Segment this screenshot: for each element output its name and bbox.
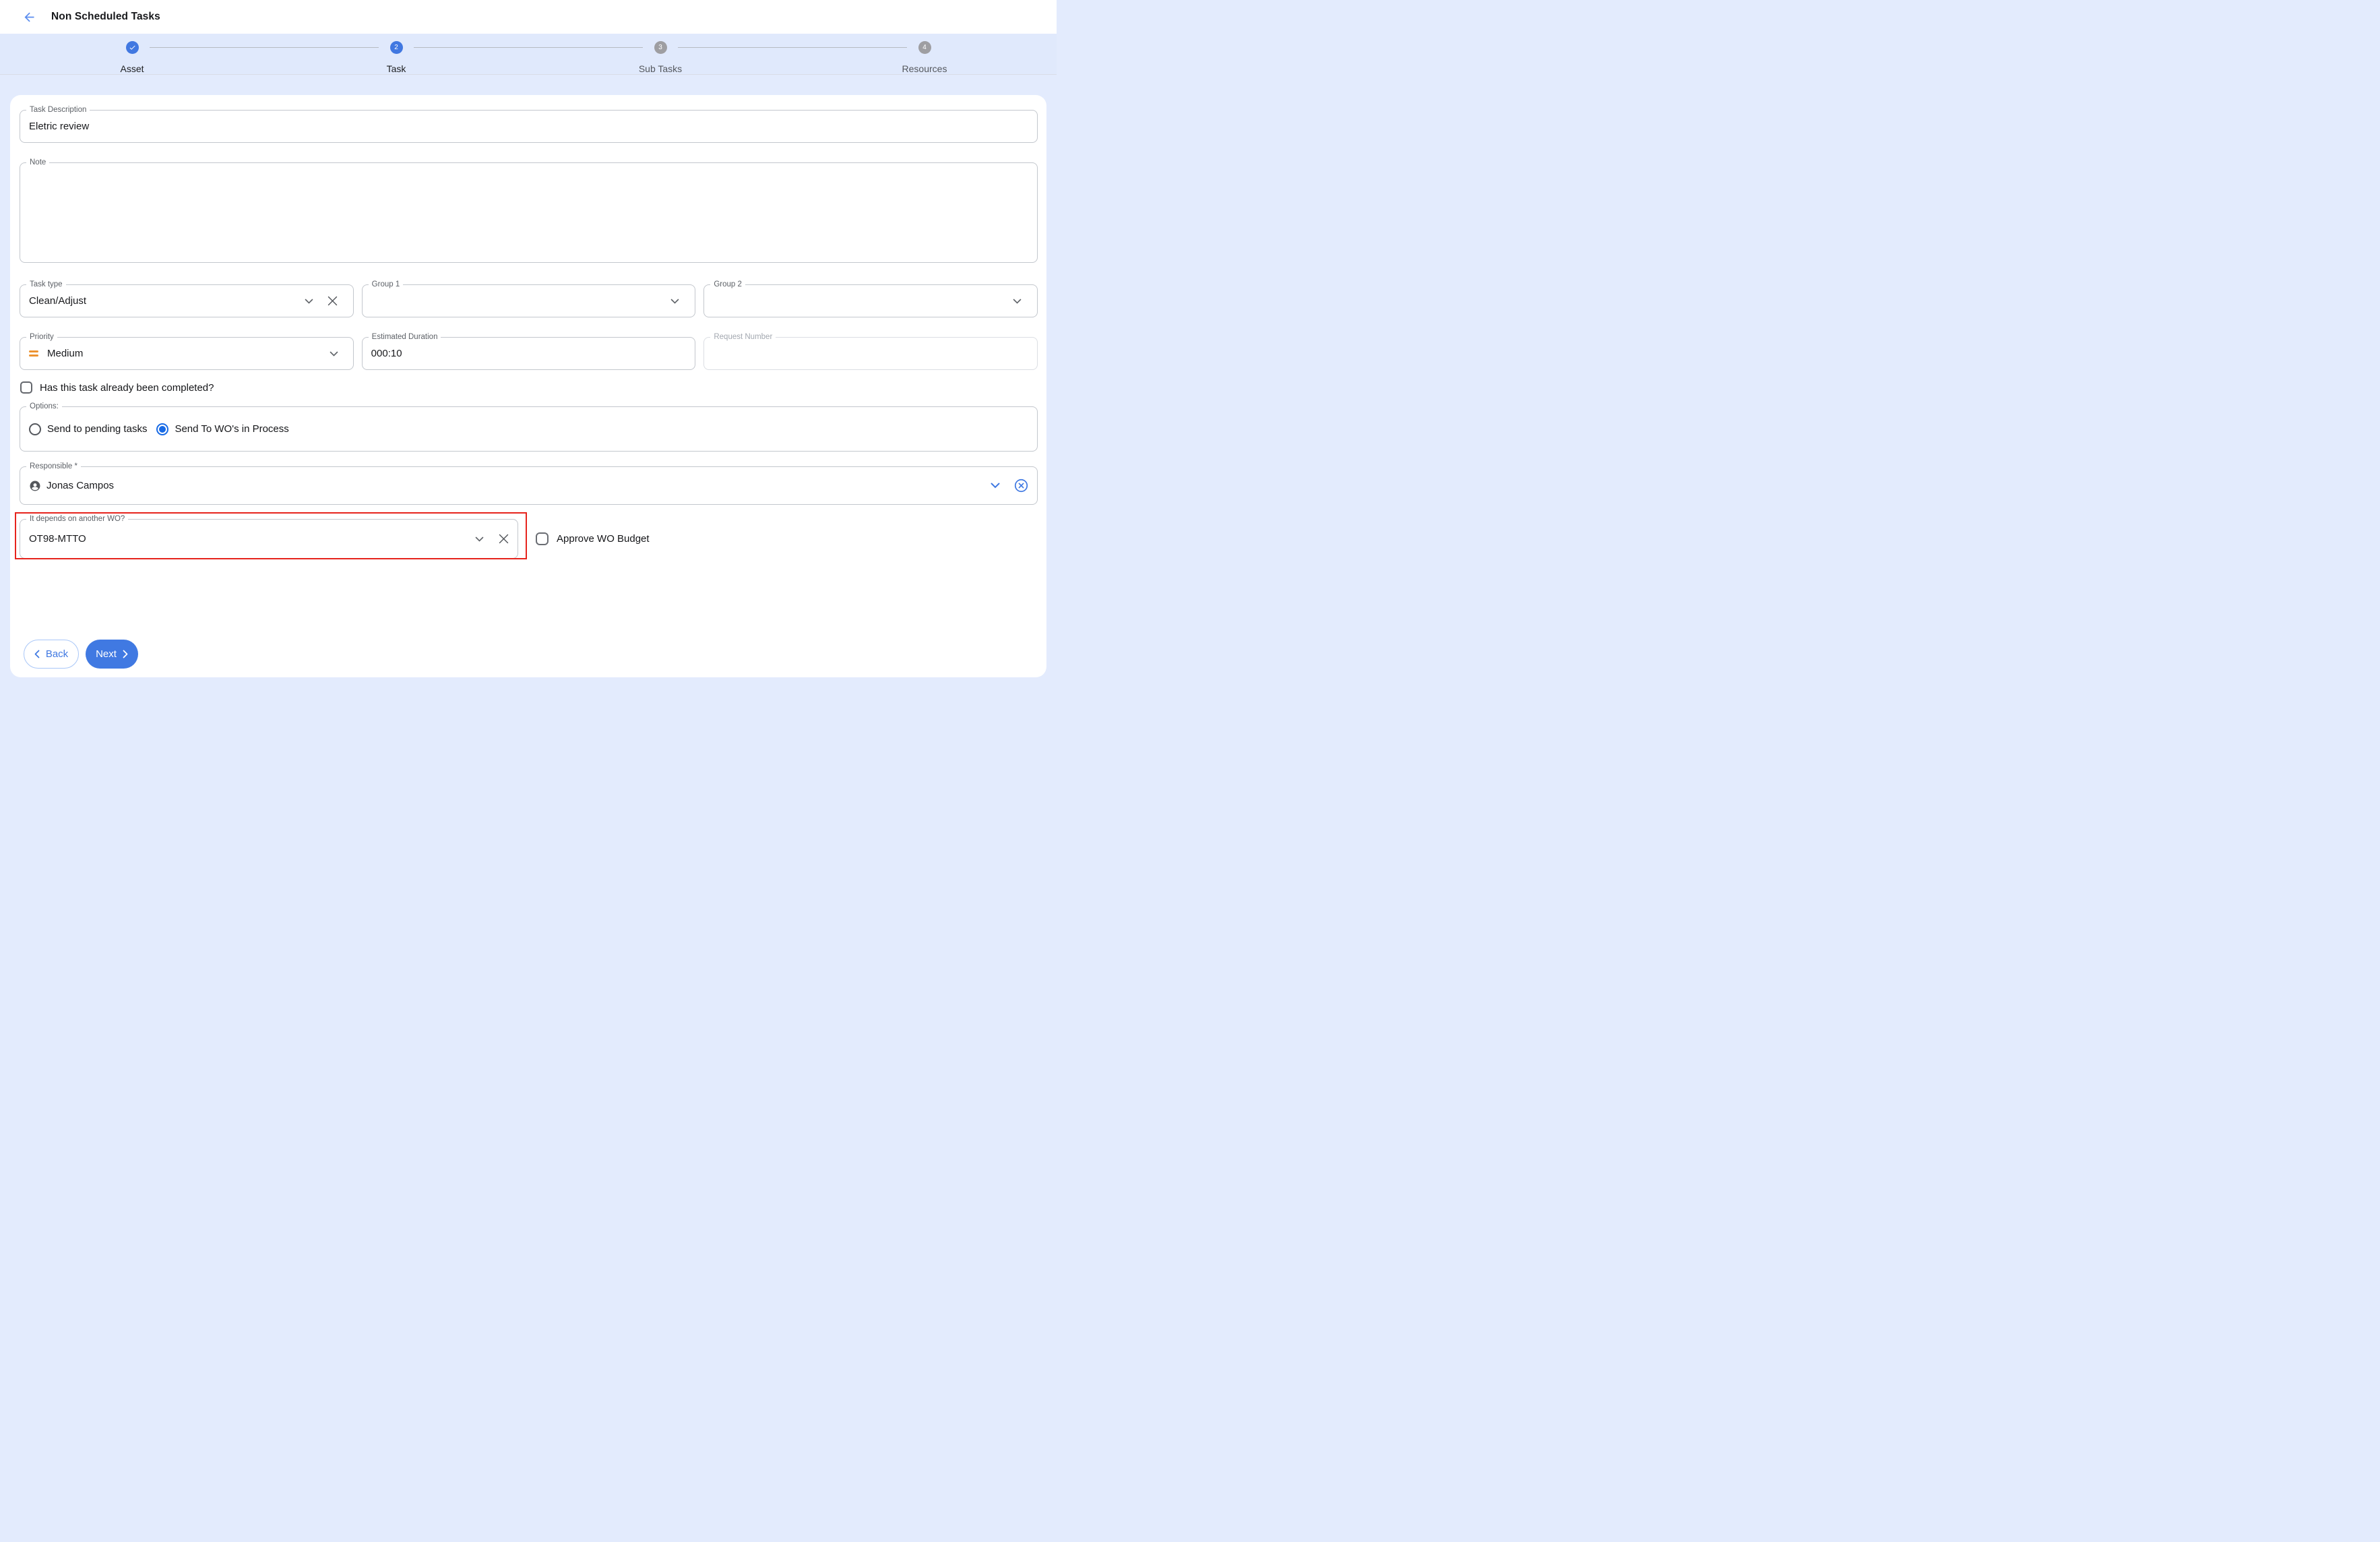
field-label: It depends on another WO?	[26, 514, 128, 524]
back-button-label: Back	[46, 648, 68, 660]
clear-icon[interactable]	[327, 296, 338, 306]
completed-checkbox[interactable]	[20, 381, 32, 394]
person-icon	[29, 480, 41, 492]
group2-select[interactable]: Group 2	[703, 284, 1038, 317]
step-number-badge: 2	[390, 41, 403, 54]
check-icon	[126, 41, 139, 54]
task-description-value: Eletric review	[29, 121, 89, 132]
stepper: Asset 2 Task 3 Sub Tasks 4 Resources	[0, 34, 1057, 75]
stepper-step-subtasks[interactable]: 3 Sub Tasks	[528, 34, 792, 74]
responsible-value: Jonas Campos	[46, 480, 991, 491]
priority-value: Medium	[47, 348, 330, 359]
chevron-down-icon[interactable]	[330, 351, 338, 357]
depends-wo-select[interactable]: It depends on another WO? OT98-MTTO	[20, 519, 518, 559]
clear-icon[interactable]	[499, 534, 509, 544]
priority-select[interactable]: Priority Medium	[20, 337, 354, 370]
step-label: Resources	[902, 63, 947, 74]
request-number-field: Request Number	[703, 337, 1038, 370]
field-label: Priority	[26, 332, 57, 342]
radio-label: Send to pending tasks	[47, 423, 147, 435]
radio-icon[interactable]	[29, 423, 41, 435]
chevron-down-icon[interactable]	[991, 483, 1000, 489]
radio-label: Send To WO's in Process	[175, 423, 288, 435]
estimated-duration-value: 000:10	[371, 348, 687, 359]
priority-medium-icon	[29, 350, 38, 357]
page-title: Non Scheduled Tasks	[51, 11, 160, 23]
clear-circle-icon[interactable]	[1014, 479, 1028, 493]
chevron-down-icon[interactable]	[475, 536, 484, 542]
depends-wo-value: OT98-MTTO	[29, 533, 475, 545]
completed-checkbox-label: Has this task already been completed?	[40, 382, 214, 394]
field-label: Group 2	[710, 280, 745, 290]
stepper-step-asset[interactable]: Asset	[0, 34, 264, 74]
task-type-select[interactable]: Task type Clean/Adjust	[20, 284, 354, 317]
chevron-down-icon[interactable]	[305, 299, 313, 304]
task-type-value: Clean/Adjust	[29, 295, 305, 307]
group1-select[interactable]: Group 1	[362, 284, 696, 317]
chevron-down-icon[interactable]	[670, 299, 679, 304]
field-label: Task type	[26, 280, 66, 290]
field-label: Estimated Duration	[369, 332, 441, 342]
field-label: Group 1	[369, 280, 404, 290]
stepper-step-resources[interactable]: 4 Resources	[792, 34, 1057, 74]
field-label: Request Number	[710, 332, 776, 342]
note-field[interactable]: Note	[20, 162, 1038, 263]
depends-row: It depends on another WO? OT98-MTTO Appr…	[20, 519, 1038, 559]
chevron-left-icon	[34, 650, 40, 658]
back-button[interactable]: Back	[24, 640, 79, 669]
field-label: Task Description	[26, 105, 90, 115]
chevron-down-icon[interactable]	[1013, 299, 1022, 304]
responsible-select[interactable]: Responsible * Jonas Campos	[20, 466, 1038, 505]
step-label: Sub Tasks	[639, 63, 682, 74]
approve-budget-checkbox[interactable]	[536, 532, 549, 545]
approve-budget-row[interactable]: Approve WO Budget	[536, 532, 650, 545]
field-label: Note	[26, 158, 49, 168]
options-group: Options: Send to pending tasks Send To W…	[20, 406, 1038, 452]
radio-send-pending[interactable]: Send to pending tasks	[29, 423, 147, 435]
task-form-card: Task Description Eletric review Note Tas…	[10, 95, 1046, 677]
step-label: Task	[387, 63, 406, 74]
field-label: Responsible *	[26, 462, 81, 472]
estimated-duration-field[interactable]: Estimated Duration 000:10	[362, 337, 696, 370]
completed-checkbox-row[interactable]: Has this task already been completed?	[20, 381, 1038, 394]
approve-budget-label: Approve WO Budget	[557, 533, 650, 545]
field-label: Options:	[26, 402, 62, 412]
next-button-label: Next	[96, 648, 117, 660]
task-description-field[interactable]: Task Description Eletric review	[20, 110, 1038, 143]
back-arrow-icon[interactable]	[22, 9, 36, 24]
radio-send-wo-process[interactable]: Send To WO's in Process	[156, 423, 288, 435]
step-label: Asset	[120, 63, 144, 74]
step-number-badge: 4	[918, 41, 931, 54]
stepper-step-task[interactable]: 2 Task	[264, 34, 528, 74]
app-header: Non Scheduled Tasks	[0, 0, 1057, 34]
chevron-right-icon	[123, 650, 128, 658]
radio-icon[interactable]	[156, 423, 168, 435]
next-button[interactable]: Next	[86, 640, 138, 669]
step-number-badge: 3	[654, 41, 667, 54]
